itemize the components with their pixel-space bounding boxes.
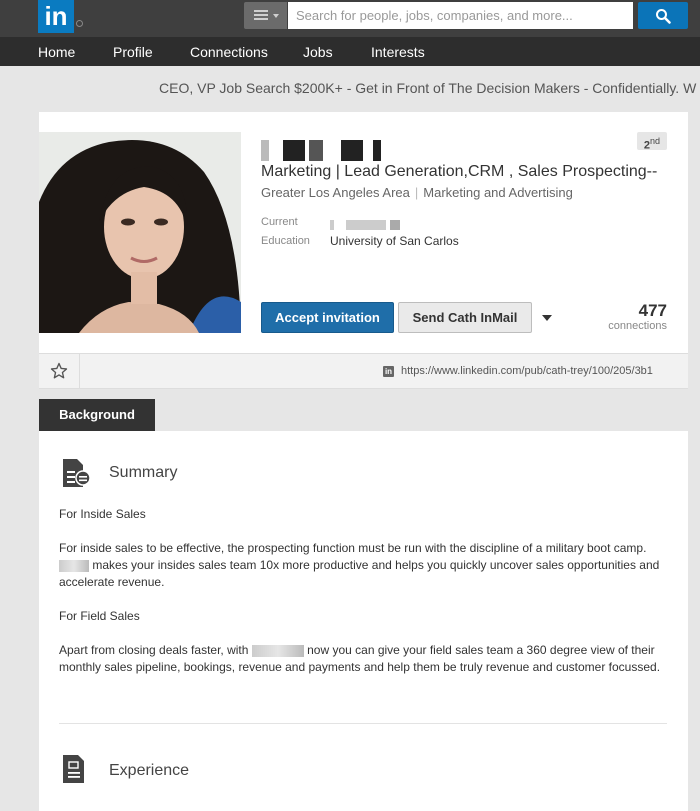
nav-jobs[interactable]: Jobs (303, 44, 333, 60)
public-profile-url[interactable]: https://www.linkedin.com/pub/cath-trey/1… (401, 365, 653, 377)
location-link[interactable]: Greater Los Angeles Area (261, 185, 410, 200)
summary-document-icon (63, 459, 91, 487)
profile-location-industry: Greater Los Angeles Area | Marketing and A… (261, 185, 573, 200)
profile-name-redacted (261, 140, 386, 161)
current-label: Current (261, 216, 298, 228)
send-inmail-button[interactable]: Send Cath InMail (398, 302, 532, 333)
linkedin-logo[interactable]: in (38, 0, 74, 33)
nav-profile[interactable]: Profile (113, 44, 153, 60)
summary-paragraph-4: Apart from closing deals faster, with no… (59, 643, 661, 674)
summary-title: Summary (109, 464, 178, 481)
top-bar: in (0, 0, 700, 37)
education-value[interactable]: University of San Carlos (330, 234, 459, 248)
search-input[interactable] (288, 2, 633, 29)
redacted-company-name-2 (251, 644, 304, 657)
redacted-company-name (59, 559, 89, 572)
linkedin-mini-icon: in (383, 366, 394, 377)
experience-document-icon (63, 755, 84, 783)
search-icon (656, 9, 671, 24)
menu-icon (254, 10, 268, 12)
section-divider (59, 723, 667, 724)
profile-photo[interactable] (39, 132, 241, 333)
profile-card: 2nd Marketing | Lead Generation,CRM , Sa… (39, 112, 688, 353)
nav-connections[interactable]: Connections (190, 44, 268, 60)
summary-paragraph-2: For inside sales to be effective, the pr… (59, 541, 660, 589)
current-position-redacted (330, 220, 410, 230)
nav-interests[interactable]: Interests (371, 44, 425, 60)
education-label: Education (261, 235, 310, 247)
summary-paragraph-3: For Field Sales (59, 609, 140, 623)
ad-banner-link[interactable]: CEO, VP Job Search $200K+ - Get in Front… (159, 80, 696, 96)
summary-paragraph-1: For Inside Sales (59, 507, 146, 521)
connection-degree-badge: 2nd (637, 132, 667, 152)
background-section-tab[interactable]: Background (39, 399, 155, 431)
industry-link[interactable]: Marketing and Advertising (423, 185, 573, 200)
nav-home[interactable]: Home (38, 44, 75, 60)
connections-label: connections (608, 320, 667, 332)
save-profile-button[interactable] (39, 354, 80, 388)
search-button[interactable] (638, 2, 688, 29)
registered-mark-icon (76, 20, 83, 27)
connections-count: 477 (638, 301, 667, 320)
profile-headline: Marketing | Lead Generation,CRM , Sales … (261, 163, 658, 180)
background-section: Summary For Inside Sales For inside sale… (39, 431, 688, 811)
dropdown-caret-icon[interactable] (542, 315, 552, 321)
experience-title: Experience (109, 762, 190, 779)
public-profile-bar: in https://www.linkedin.com/pub/cath-tre… (39, 353, 688, 389)
accept-invitation-button[interactable]: Accept invitation (261, 302, 394, 333)
star-icon (50, 362, 68, 379)
main-nav: Home Profile Connections Jobs Interests (0, 37, 700, 66)
search-category-dropdown[interactable] (244, 2, 287, 29)
chevron-down-icon (273, 14, 279, 18)
